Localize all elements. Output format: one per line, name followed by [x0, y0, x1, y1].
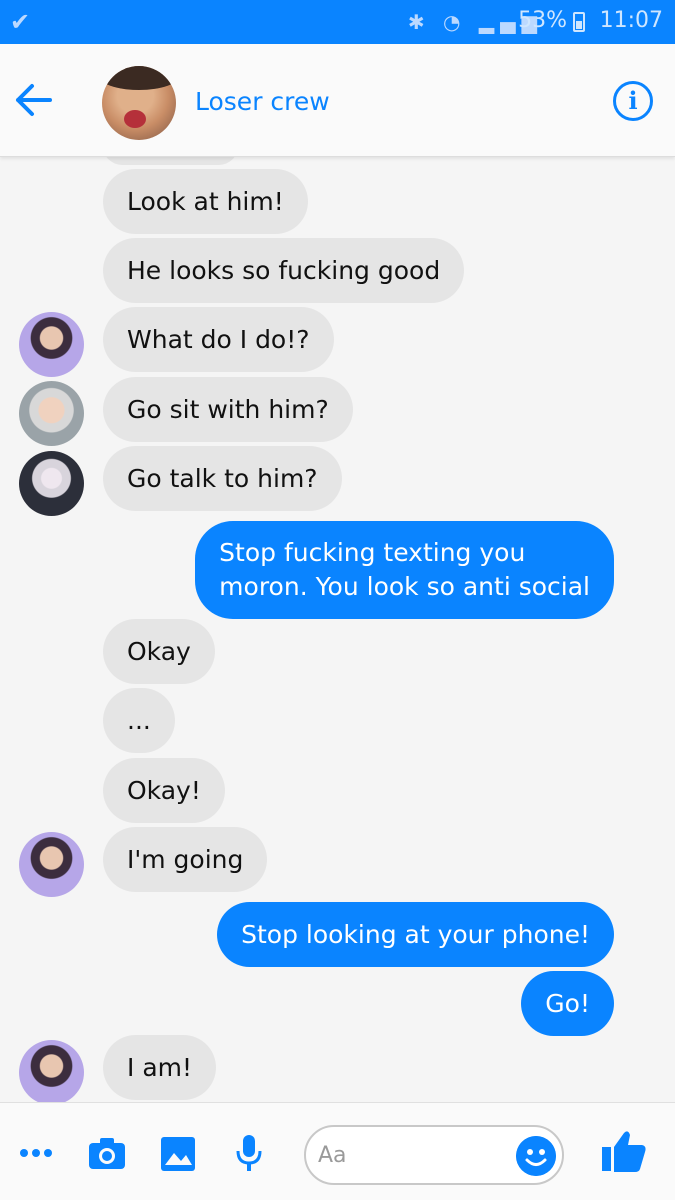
clipped-message-bubble: [103, 157, 238, 165]
notification-check-icon: ✔: [10, 8, 31, 36]
message-list[interactable]: Look at him! He looks so fucking good Wh…: [0, 157, 675, 1102]
emoji-icon[interactable]: [516, 1136, 556, 1176]
conversation-header: Loser crew i: [0, 44, 675, 157]
message-line: moron. You look so anti social: [219, 572, 590, 601]
message-bubble-incoming[interactable]: Go sit with him?: [103, 377, 353, 442]
sender-avatar[interactable]: [19, 1040, 84, 1102]
battery-percentage: 53%: [518, 8, 567, 33]
message-line: Stop fucking texting you: [219, 538, 526, 567]
message-bubble-incoming[interactable]: ...: [103, 688, 175, 753]
clock: 11:07: [599, 8, 663, 33]
message-bubble-outgoing[interactable]: Go!: [521, 971, 614, 1036]
group-avatar[interactable]: [102, 66, 176, 140]
message-input-placeholder: Aa: [318, 1143, 347, 1168]
gallery-icon[interactable]: [159, 1133, 197, 1173]
message-bubble-incoming[interactable]: Look at him!: [103, 169, 308, 234]
camera-icon[interactable]: [87, 1133, 127, 1173]
composer-bar: Aa: [0, 1102, 675, 1200]
conversation-title[interactable]: Loser crew: [195, 87, 330, 116]
status-bar: ✔ ✱ ◔ ▂▄▆ 53% 11:07: [0, 0, 675, 44]
message-input[interactable]: Aa: [304, 1125, 564, 1185]
message-bubble-incoming[interactable]: Okay: [103, 619, 215, 684]
sender-avatar[interactable]: [19, 451, 84, 516]
message-bubble-incoming[interactable]: I am!: [103, 1035, 217, 1100]
message-bubble-incoming[interactable]: What do I do!?: [103, 307, 334, 372]
sender-avatar[interactable]: [19, 381, 84, 446]
back-arrow-icon[interactable]: [14, 82, 54, 118]
message-bubble-incoming[interactable]: He looks so fucking good: [103, 238, 465, 303]
message-bubble-outgoing[interactable]: Stop fucking texting you moron. You look…: [195, 521, 614, 619]
info-icon[interactable]: i: [613, 81, 653, 121]
message-bubble-incoming[interactable]: Okay!: [103, 758, 225, 823]
message-bubble-incoming[interactable]: Go talk to him?: [103, 446, 342, 511]
battery-icon: [573, 12, 585, 32]
like-icon[interactable]: [600, 1129, 648, 1175]
sender-avatar[interactable]: [19, 312, 84, 377]
message-bubble-incoming[interactable]: I'm going: [103, 827, 268, 892]
microphone-icon[interactable]: [233, 1133, 265, 1173]
more-icon[interactable]: [18, 1133, 54, 1173]
sender-avatar[interactable]: [19, 832, 84, 897]
message-bubble-outgoing[interactable]: Stop looking at your phone!: [217, 902, 614, 967]
